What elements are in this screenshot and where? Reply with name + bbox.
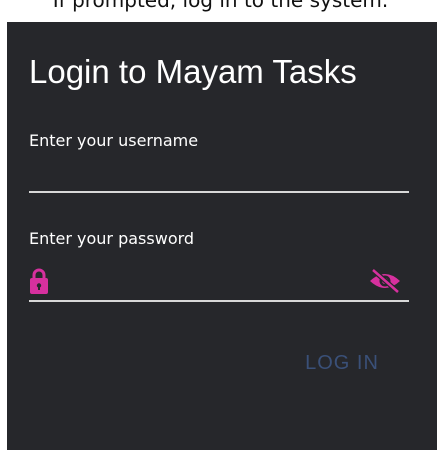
instruction-caption: If prompted, log in to the system. [0, 0, 441, 22]
password-label: Enter your password [29, 229, 195, 248]
login-button[interactable]: LOG IN [292, 348, 392, 378]
username-underline [29, 191, 409, 193]
instruction-caption-text: If prompted, log in to the system. [52, 0, 389, 12]
password-underline [29, 300, 409, 302]
eye-slash-icon[interactable] [368, 268, 402, 294]
password-input[interactable] [29, 268, 409, 298]
right-margin [437, 22, 441, 450]
username-input[interactable] [29, 160, 409, 190]
dialog-title: Login to Mayam Tasks [29, 53, 357, 90]
username-label: Enter your username [29, 131, 199, 150]
left-margin [0, 22, 7, 450]
